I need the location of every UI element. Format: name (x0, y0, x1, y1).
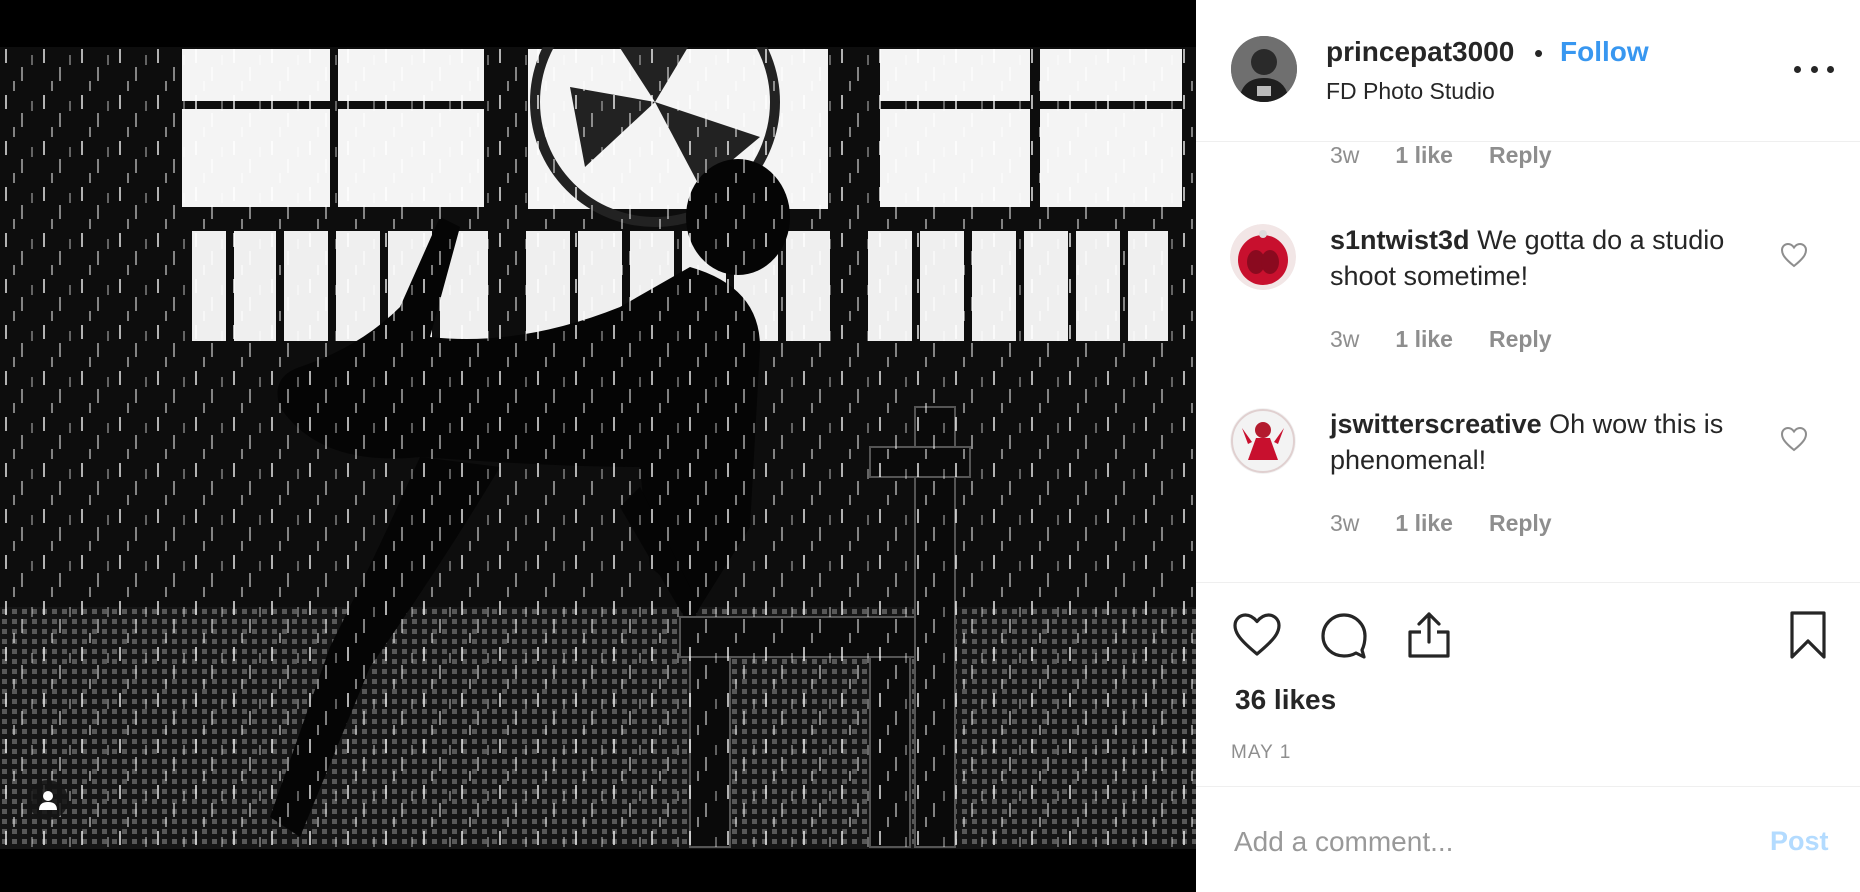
post-date: MAY 1 (1231, 742, 1292, 763)
follow-button[interactable]: Follow (1560, 36, 1649, 68)
commenter-avatar[interactable] (1230, 224, 1296, 290)
post-header: princepat3000 • Follow FD Photo Studio (1196, 0, 1860, 142)
commenter-username[interactable]: jswitterscreative (1330, 409, 1542, 439)
comment-text: s1ntwist3d We gotta do a studio shoot so… (1330, 222, 1770, 294)
tagged-users-button[interactable] (28, 780, 68, 820)
comment-time[interactable]: 3w (1330, 142, 1359, 169)
author-avatar[interactable] (1231, 36, 1297, 102)
header-separator: • (1534, 38, 1544, 68)
post-side-panel: princepat3000 • Follow FD Photo Studio 3… (1196, 0, 1860, 892)
more-options-icon[interactable] (1794, 54, 1834, 84)
user-icon (39, 791, 57, 810)
add-comment-divider (1196, 786, 1860, 787)
comment-likes[interactable]: 1 like (1395, 142, 1453, 169)
comment-reply-button[interactable]: Reply (1489, 510, 1552, 537)
comment-meta: 3w 1 like Reply (1330, 142, 1552, 169)
post-photo[interactable] (0, 47, 1196, 849)
post-media (0, 0, 1196, 892)
comment-likes[interactable]: 1 like (1395, 510, 1453, 537)
comment-like-heart-icon[interactable] (1780, 242, 1808, 268)
post-comment-button[interactable]: Post (1770, 826, 1829, 857)
share-icon[interactable] (1406, 610, 1452, 660)
likes-count[interactable]: 36 likes (1235, 684, 1336, 716)
comment-time[interactable]: 3w (1330, 510, 1359, 537)
comment-meta: 3w 1 like Reply (1330, 326, 1552, 353)
comment-reply-button[interactable]: Reply (1489, 142, 1552, 169)
commenter-username[interactable]: s1ntwist3d (1330, 225, 1470, 255)
post-location[interactable]: FD Photo Studio (1326, 78, 1495, 105)
comment-icon[interactable] (1320, 612, 1368, 660)
author-username[interactable]: princepat3000 (1326, 36, 1514, 68)
comment-meta: 3w 1 like Reply (1330, 510, 1552, 537)
heart-icon[interactable] (1232, 612, 1282, 658)
commenter-avatar[interactable] (1230, 408, 1296, 474)
actions-divider (1196, 582, 1860, 583)
comment-text: jswitterscreative Oh wow this is phenome… (1330, 406, 1770, 478)
add-comment-input[interactable] (1234, 822, 1714, 862)
comments-list[interactable]: 3w 1 like Reply s1ntwist3d We gotta do a… (1196, 142, 1860, 582)
comment-like-heart-icon[interactable] (1780, 426, 1808, 452)
bookmark-icon[interactable] (1788, 610, 1828, 660)
comment-time[interactable]: 3w (1330, 326, 1359, 353)
comment-likes[interactable]: 1 like (1395, 326, 1453, 353)
comment-reply-button[interactable]: Reply (1489, 326, 1552, 353)
